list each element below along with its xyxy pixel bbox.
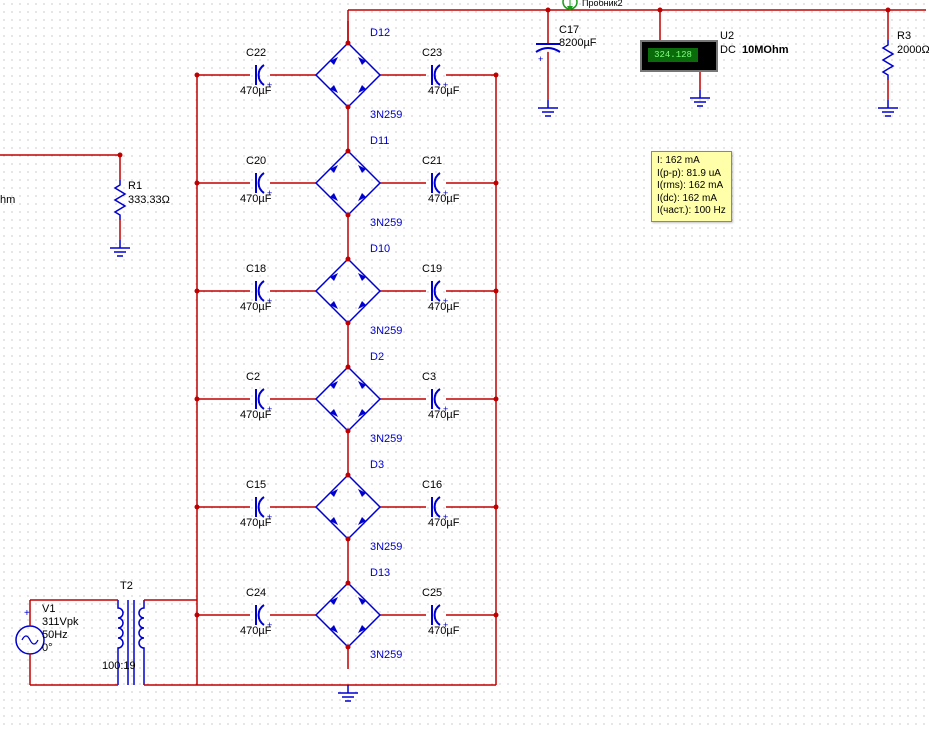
stage-D10 [195, 237, 499, 345]
stage-D11 [195, 129, 499, 237]
cap-ref-C25: C25 [422, 587, 442, 599]
bridge-ref-D12: D12 [370, 27, 390, 39]
bridge-ref-D3: D3 [370, 459, 384, 471]
cap-val-C18: 470µF [240, 301, 271, 313]
cap-val-C23: 470µF [428, 85, 459, 97]
cap-ref-C20: C20 [246, 155, 266, 167]
cap-ref-C15: C15 [246, 479, 266, 491]
bridge-part-D11: 3N259 [370, 217, 402, 229]
t2-ref: T2 [120, 580, 133, 592]
v1-source: + [16, 600, 108, 685]
c17-ref: C17 [559, 24, 579, 36]
r1-val: 333.33Ω [128, 194, 170, 206]
u2-imp: 10MOhm [742, 44, 788, 56]
bridge-part-D2: 3N259 [370, 433, 402, 445]
schematic-canvas: + + [0, 0, 929, 729]
stage-D13 [195, 561, 499, 669]
c17-val: 8200µF [559, 37, 597, 49]
bridge-ref-D11: D11 [370, 135, 389, 147]
cap-ref-C2: C2 [246, 371, 260, 383]
probe-name: Пробник2 [582, 0, 623, 9]
bridge-part-D10: 3N259 [370, 325, 402, 337]
cap-val-C15: 470µF [240, 517, 271, 529]
bridge-ref-D2: D2 [370, 351, 384, 363]
cap-val-C22: 470µF [240, 85, 271, 97]
transformer [108, 600, 197, 685]
r1 [0, 153, 130, 257]
stage-D2 [195, 345, 499, 453]
cap-ref-C16: C16 [422, 479, 442, 491]
voltmeter-reading: 324.128 [648, 48, 698, 62]
cap-ref-C22: C22 [246, 47, 266, 59]
dc-voltmeter[interactable]: 324.128 [640, 40, 718, 72]
bridge-ref-D10: D10 [370, 243, 390, 255]
u2-mode: DC [720, 44, 736, 56]
bridge-part-D13: 3N259 [370, 649, 402, 661]
svg-text:+: + [538, 54, 543, 64]
bridge-ref-D13: D13 [370, 567, 390, 579]
stage-D3 [195, 453, 499, 561]
cap-val-C25: 470µF [428, 625, 459, 637]
v1-ref: V1 [42, 603, 55, 615]
cap-val-C20: 470µF [240, 193, 271, 205]
cap-ref-C18: C18 [246, 263, 266, 275]
r3-ref: R3 [897, 30, 911, 42]
t2-ratio: 100:19 [102, 660, 136, 672]
bridge-part-D12: 3N259 [370, 109, 402, 121]
r1-ref: R1 [128, 180, 142, 192]
cap-ref-C3: C3 [422, 371, 436, 383]
cap-ref-C19: C19 [422, 263, 442, 275]
r3 [878, 8, 898, 117]
left-edge-ohm: hm [0, 194, 15, 206]
svg-text:+: + [24, 608, 30, 619]
cap-val-C3: 470µF [428, 409, 459, 421]
v1-freq: 50Hz [42, 629, 68, 641]
ground-bridge-bottom [338, 685, 358, 701]
cap-val-C19: 470µF [428, 301, 459, 313]
cap-val-C24: 470µF [240, 625, 271, 637]
probe-tooltip: I: 162 mA I(p-p): 81.9 uA I(rms): 162 mA… [651, 151, 732, 222]
v1-phase: 0° [42, 642, 53, 654]
c17: + [536, 8, 560, 117]
cap-ref-C23: C23 [422, 47, 442, 59]
cap-val-C21: 470µF [428, 193, 459, 205]
cap-ref-C24: C24 [246, 587, 266, 599]
u2-ref: U2 [720, 30, 734, 42]
bridge-part-D3: 3N259 [370, 541, 402, 553]
stage-D12 [195, 21, 499, 129]
r3-val: 2000Ω [897, 44, 929, 56]
cap-ref-C21: C21 [422, 155, 442, 167]
v1-amp: 311Vpk [42, 616, 79, 628]
cap-val-C2: 470µF [240, 409, 271, 421]
cap-val-C16: 470µF [428, 517, 459, 529]
